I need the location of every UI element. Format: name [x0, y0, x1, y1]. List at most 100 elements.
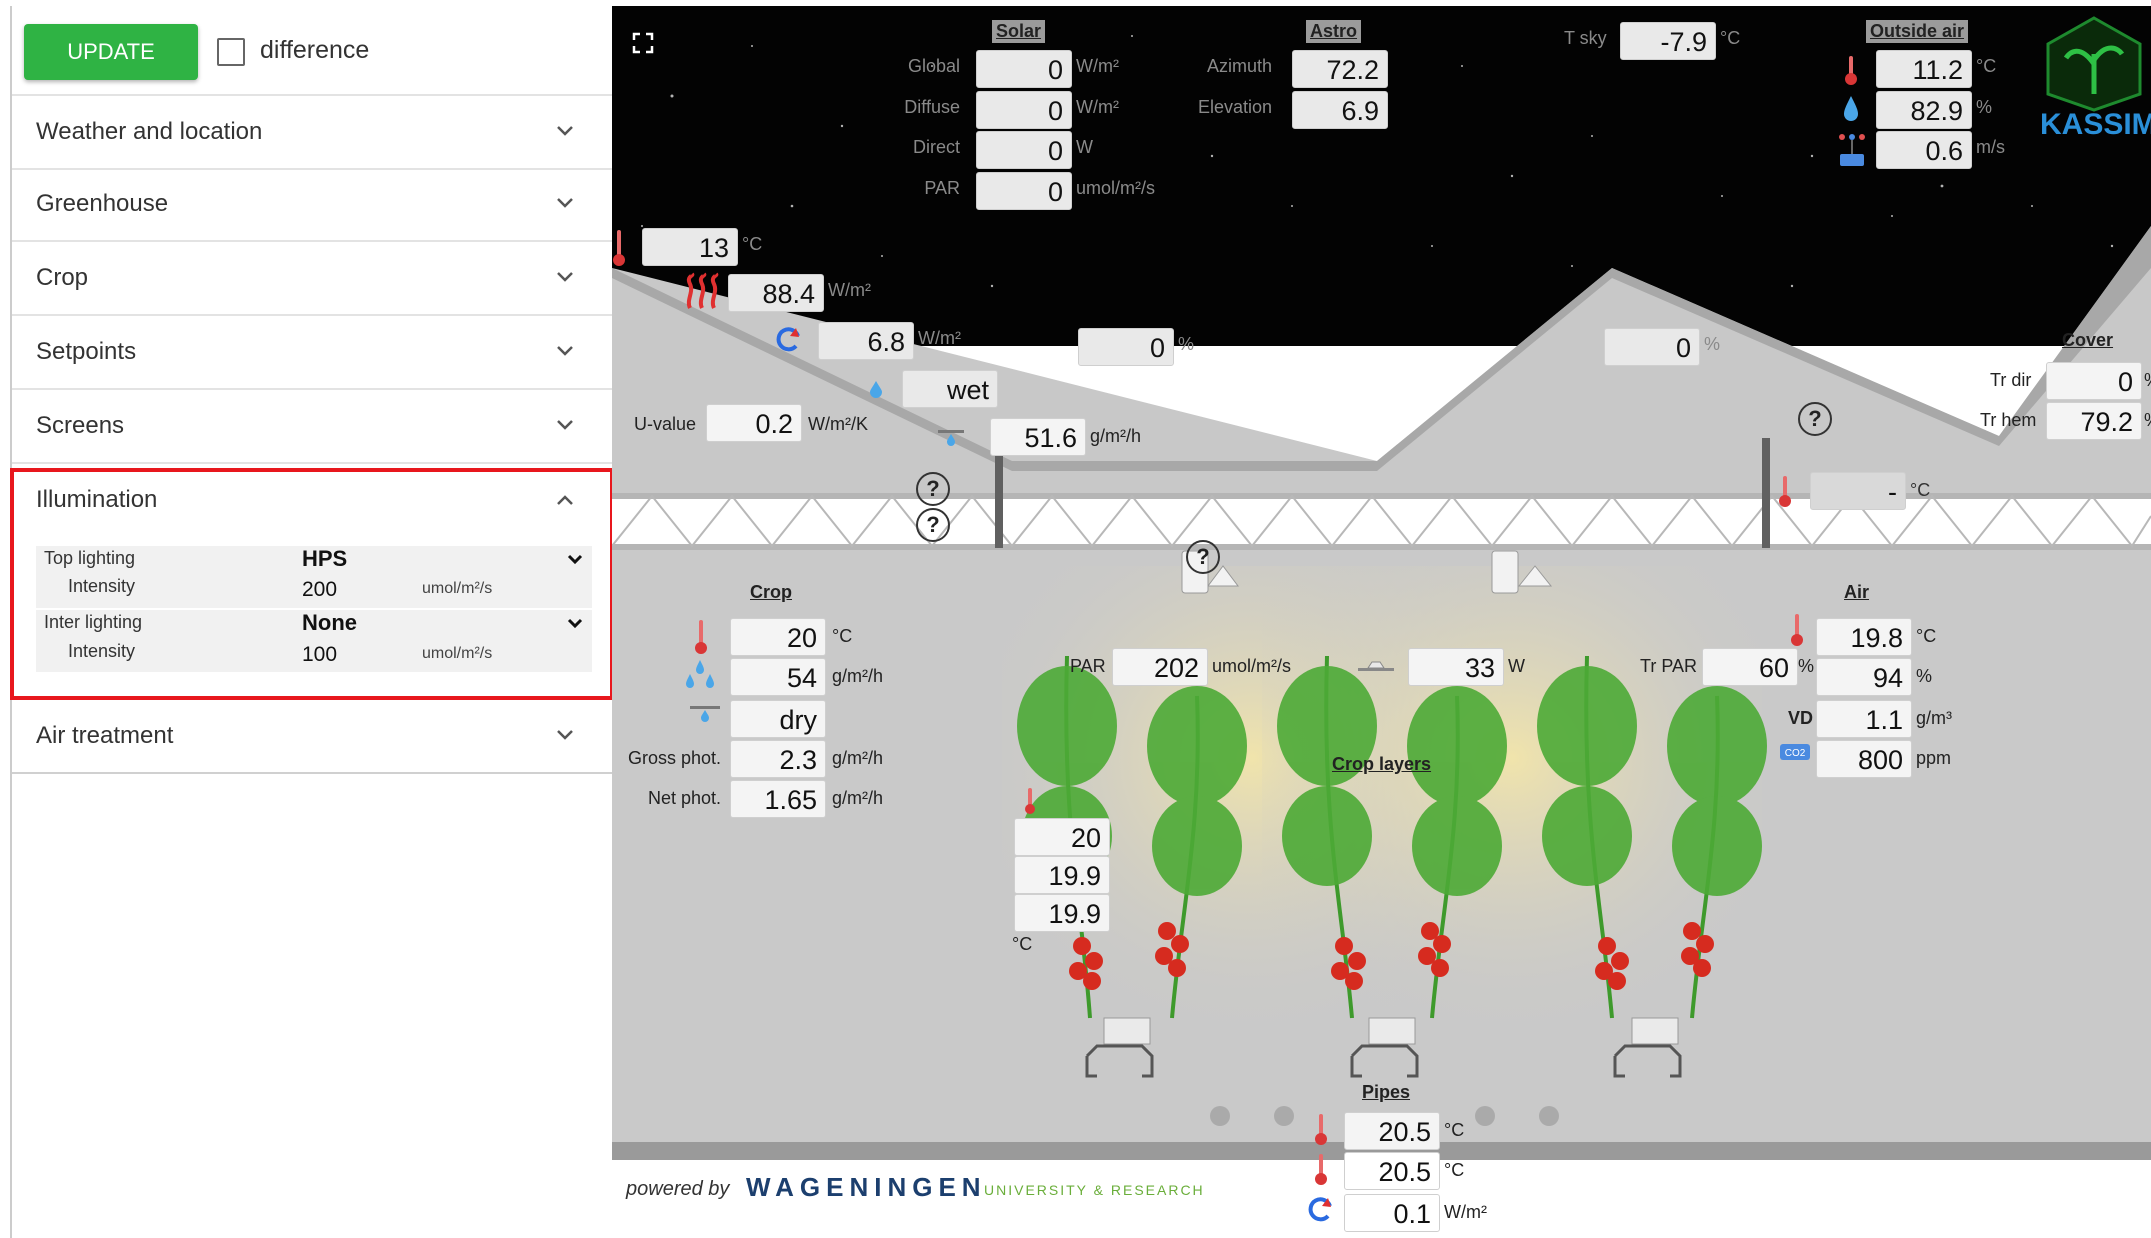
vd-unit: g/m³ [1916, 708, 1952, 728]
global-value: 0 [976, 50, 1072, 88]
vent-opening-wind-unit: % [1704, 334, 1721, 354]
thermometer-icon [1025, 788, 1035, 814]
vd-label: VD [1788, 708, 1814, 728]
tsky-label: T sky [1564, 28, 1607, 48]
co2-unit: ppm [1916, 748, 1952, 768]
gross-phot-label: Gross phot. [628, 748, 722, 768]
section-greenhouse[interactable]: Greenhouse [12, 168, 612, 242]
radiation-cycle-icon [776, 327, 800, 352]
roof-rad-value: 6.8 [818, 322, 914, 360]
thermometer-icon [1791, 614, 1803, 646]
pipe-rad-unit: W/m² [1444, 1202, 1487, 1222]
direct-label: Direct [912, 137, 960, 157]
diffuse-label: Diffuse [904, 97, 960, 117]
cover-header: Cover [2062, 330, 2114, 350]
heat-radiation-icon [686, 272, 719, 309]
vent-opening-lee-unit: % [1178, 334, 1195, 354]
help-icon[interactable]: ? [916, 508, 950, 542]
help-icon[interactable]: ? [916, 472, 950, 506]
pipe-rad-value: 0.1 [1344, 1194, 1440, 1232]
help-icon[interactable]: ? [1798, 402, 1832, 436]
update-button[interactable]: UPDATE [24, 24, 198, 80]
par-canopy-value: 202 [1112, 648, 1208, 686]
co2-value: 800 [1816, 740, 1912, 778]
direct-unit: W [1076, 137, 1093, 157]
roof-condensation-state: wet [902, 370, 998, 408]
crop-temp-value: 20 [730, 618, 826, 656]
crop-layer-temp-middle: 19.9 [1014, 856, 1110, 894]
wind-value: 0.6 [1876, 131, 1972, 169]
crop-temp-unit: °C [832, 626, 853, 646]
global-unit: W/m² [1076, 56, 1119, 76]
wageningen-logo-text: WAGENINGEN [746, 1172, 987, 1202]
elevation-value: 6.9 [1292, 91, 1388, 129]
logo-text: KASSIM [2040, 108, 2151, 141]
uvalue-value: 0.2 [706, 404, 802, 442]
thermometer-icon [613, 230, 625, 266]
trhem-value: 79.2 [2046, 402, 2142, 440]
scene-background [612, 6, 2151, 1238]
condensation-flux-value: 51.6 [990, 418, 1086, 456]
trpar-value: 60 [1702, 648, 1798, 686]
crop-layer-unit: °C [1012, 934, 1033, 954]
section-crop[interactable]: Crop [12, 242, 612, 316]
chevron-down-icon [557, 198, 573, 208]
gross-phot-unit: g/m²/h [832, 748, 884, 768]
air-rh-value: 94 [1816, 658, 1912, 696]
section-title: Greenhouse [36, 190, 169, 217]
section-title: Setpoints [36, 338, 137, 365]
pipe-temp-2-unit: °C [1444, 1160, 1465, 1180]
azimuth-label: Azimuth [1206, 56, 1272, 76]
gross-phot-value: 2.3 [730, 740, 826, 778]
crop-surface-state: dry [730, 700, 826, 738]
outside-rh-unit: % [1976, 97, 1993, 117]
greenhouse-scene: Solar Global 0 W/m² Diffuse 0 W/m² Direc… [612, 6, 2151, 1238]
thermometer-icon [695, 620, 707, 654]
diffuse-unit: W/m² [1076, 97, 1119, 117]
difference-label: difference [260, 36, 370, 64]
condensation-flux-unit: g/m²/h [1090, 426, 1142, 446]
par-canopy-unit: umol/m²/s [1212, 656, 1292, 676]
solar-par-unit: umol/m²/s [1076, 178, 1156, 198]
air-rh-unit: % [1916, 666, 1933, 686]
leaf-wetness-icon [690, 706, 720, 722]
air-temp-value: 19.8 [1816, 618, 1912, 656]
pipe-temp-1-unit: °C [1444, 1120, 1465, 1140]
tsky-unit: °C [1720, 28, 1741, 48]
pipes-header: Pipes [1362, 1082, 1411, 1102]
net-phot-label: Net phot. [648, 788, 722, 808]
trdir-label: Tr dir [1990, 370, 2032, 390]
condensation-gutter-icon [938, 430, 964, 446]
section-setpoints[interactable]: Setpoints [12, 316, 612, 390]
vent-opening-wind-value: 0 [1604, 328, 1700, 366]
air-temp-unit: °C [1916, 626, 1937, 646]
crop-layers-link[interactable]: Crop layers [1332, 754, 1431, 775]
section-screens[interactable]: Screens [12, 390, 612, 464]
outside-rh-value: 82.9 [1876, 91, 1972, 129]
global-label: Global [907, 56, 960, 76]
help-icon[interactable]: ? [1186, 540, 1220, 574]
tsky-value: -7.9 [1620, 22, 1716, 60]
crop-header: Crop [750, 582, 792, 602]
par-label: PAR [924, 178, 960, 198]
screen-temp-unit: °C [1910, 480, 1931, 500]
chevron-down-icon [557, 346, 573, 356]
uvalue-unit: W/m²/K [808, 414, 868, 434]
lamp-power-unit: W [1508, 656, 1525, 676]
fullscreen-icon[interactable] [632, 32, 654, 54]
wind-unit: m/s [1976, 137, 2005, 157]
thermometer-icon [1779, 476, 1791, 507]
astro-header: Astro [1306, 20, 1362, 43]
section-air-treatment[interactable]: Air treatment [12, 700, 612, 774]
net-phot-value: 1.65 [730, 780, 826, 818]
kassim-logo: KASSIM [2040, 14, 2151, 144]
pipe-temp-1-value: 20.5 [1344, 1112, 1440, 1150]
trhem-unit: % [2144, 410, 2151, 431]
difference-checkbox[interactable] [217, 38, 245, 66]
section-weather-and-location[interactable]: Weather and location [12, 94, 612, 170]
chevron-down-icon [557, 420, 573, 430]
trhem-label: Tr hem [1980, 410, 2037, 430]
crop-transpiration-value: 54 [730, 658, 826, 696]
svg-text:CO2: CO2 [1785, 748, 1806, 759]
direct-value: 0 [976, 131, 1072, 169]
